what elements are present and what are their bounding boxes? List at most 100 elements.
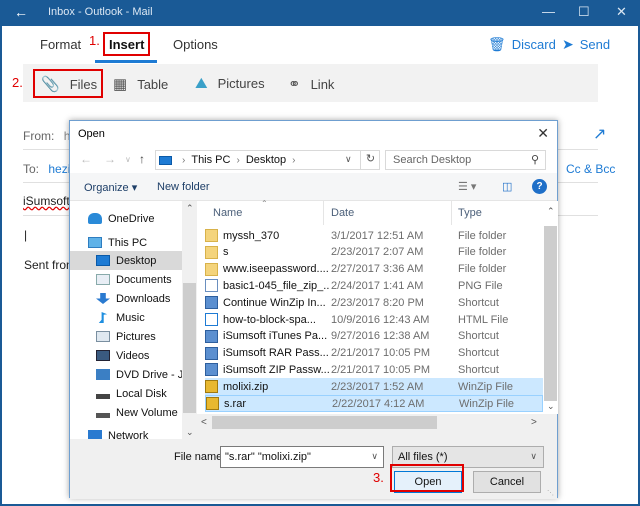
scroll-down-icon[interactable]: ⌄ xyxy=(186,427,194,438)
view-options-icon[interactable]: ☰ ▾ xyxy=(458,180,476,193)
back-arrow-icon[interactable]: ← xyxy=(14,4,28,20)
new-folder-button[interactable]: New folder xyxy=(157,181,210,193)
table-button[interactable]: ▦ Table xyxy=(113,75,168,93)
file-row[interactable]: how-to-block-spa... 10/9/2016 12:43 AM HTM… xyxy=(205,311,543,328)
scroll-up-icon[interactable]: ⌃ xyxy=(547,206,555,217)
nav-item-dvd-drive-j-ce[interactable]: DVD Drive - J_CE xyxy=(70,365,182,384)
dialog-title-bar: Open ✕ xyxy=(70,121,557,147)
nav-item-this-pc[interactable]: This PC xyxy=(70,233,182,252)
file-row[interactable]: s 2/23/2017 2:07 AM File folder xyxy=(205,244,543,261)
tab-options[interactable]: Options xyxy=(173,37,218,52)
send-button[interactable]: ➤ Send xyxy=(562,36,610,53)
horizontal-scroll-thumb[interactable] xyxy=(212,416,437,429)
tab-format[interactable]: Format xyxy=(40,37,81,52)
preview-pane-icon[interactable]: ◫ xyxy=(502,180,512,193)
file-row[interactable]: iSumsoft iTunes Pa... 9/27/2016 12:38 AM S… xyxy=(205,328,543,345)
table-icon: ▦ xyxy=(113,76,128,93)
dialog-footer: File name: "s.rar" "molixi.zip" ∨ All fi… xyxy=(70,439,557,499)
nav-item-desktop[interactable]: Desktop xyxy=(70,251,182,270)
file-name-input[interactable]: "s.rar" "molixi.zip" ∨ xyxy=(220,446,384,468)
file-row[interactable]: molixi.zip 2/23/2017 1:52 AM WinZip File xyxy=(205,378,543,396)
search-input[interactable]: Search Desktop ⚲ xyxy=(385,150,546,170)
file-list-scrollbar[interactable]: ⌃ ⌄ xyxy=(543,201,558,414)
nav-forward-icon[interactable]: → xyxy=(104,152,116,166)
file-name: molixi.zip xyxy=(223,380,269,393)
file-name: myssh_370 xyxy=(223,229,280,242)
column-header-name[interactable]: Name xyxy=(213,207,242,219)
cancel-button[interactable]: Cancel xyxy=(473,471,541,493)
nav-item-label: Downloads xyxy=(116,292,171,305)
file-date: 2/21/2017 10:05 PM xyxy=(331,363,431,376)
file-row[interactable]: s.rar 2/22/2017 4:12 AM WinZip File xyxy=(205,395,543,412)
file-list-horizontal-scrollbar[interactable]: < > xyxy=(197,414,543,431)
app-title-bar: ← Inbox - Outlook - Mail — ☐ ✕ xyxy=(0,0,640,26)
recent-locations-icon[interactable]: ∨ xyxy=(125,155,131,164)
column-divider[interactable] xyxy=(323,201,324,225)
pictures-button[interactable]: ⛰ Pictures xyxy=(195,75,265,92)
maximize-icon[interactable]: ☐ xyxy=(578,4,590,20)
discard-button[interactable]: 🗑 Discard xyxy=(488,36,556,53)
nav-item-pictures[interactable]: Pictures xyxy=(70,327,182,346)
file-name: how-to-block-spa... xyxy=(223,313,316,326)
shortcut-icon xyxy=(205,329,218,343)
breadcrumb-this-pc[interactable]: This PC xyxy=(191,154,230,166)
scroll-up-icon[interactable]: ⌃ xyxy=(186,203,194,214)
pop-out-icon[interactable]: ↗ xyxy=(593,124,606,144)
file-row[interactable]: basic1-045_file_zip_... 2/24/2017 1:41 AM… xyxy=(205,277,543,294)
file-list: Name ⌃ Date Type myssh_370 3/1/2017 12:51… xyxy=(197,199,543,427)
minimize-icon[interactable]: — xyxy=(542,4,555,19)
file-row[interactable]: iSumsoft ZIP Passw... 2/21/2017 10:05 PM S… xyxy=(205,361,543,378)
address-dropdown-icon[interactable]: ∨ xyxy=(345,154,352,165)
local-disk-icon xyxy=(96,394,110,399)
to-recipient[interactable]: hezi xyxy=(48,162,70,176)
file-row[interactable]: www.iseepassword.... 2/27/2017 3:36 AM Fil… xyxy=(205,261,543,278)
scroll-left-icon[interactable]: < xyxy=(201,417,207,428)
column-header-type[interactable]: Type xyxy=(458,207,482,219)
file-row[interactable]: Continue WinZip In... 2/23/2017 8:20 PM Sh… xyxy=(205,294,543,311)
nav-item-music[interactable]: Music xyxy=(70,308,182,327)
link-button[interactable]: ⚭ Link xyxy=(288,75,334,93)
from-label: From: xyxy=(23,129,55,143)
refresh-icon[interactable]: ↻ xyxy=(360,150,380,170)
scroll-right-icon[interactable]: > xyxy=(531,417,537,428)
nav-pane-scrollbar[interactable]: ⌃ ⌄ xyxy=(182,201,197,439)
cc-bcc-link[interactable]: Cc & Bcc xyxy=(566,162,615,176)
scroll-down-icon[interactable]: ⌄ xyxy=(547,401,555,412)
file-date: 2/23/2017 1:52 AM xyxy=(331,380,424,393)
file-type: File folder xyxy=(458,229,507,242)
trash-icon: 🗑 xyxy=(488,36,506,52)
file-date: 2/24/2017 1:41 AM xyxy=(331,279,424,292)
column-divider[interactable] xyxy=(451,201,452,225)
nav-scroll-thumb[interactable] xyxy=(183,283,196,413)
file-type: WinZip File xyxy=(458,380,514,393)
resize-grip-icon[interactable]: ⋱ xyxy=(547,489,554,497)
downloads-icon xyxy=(96,293,110,304)
organize-button[interactable]: Organize ▾ xyxy=(84,181,137,194)
folder-icon xyxy=(205,262,218,276)
nav-item-videos[interactable]: Videos xyxy=(70,346,182,365)
file-type-value: All files (*) xyxy=(398,451,448,463)
shortcut-icon xyxy=(205,346,218,360)
nav-back-icon[interactable]: ← xyxy=(80,152,92,166)
send-label: Send xyxy=(579,37,611,52)
nav-up-icon[interactable]: ↑ xyxy=(139,152,145,166)
file-row[interactable]: myssh_370 3/1/2017 12:51 AM File folder xyxy=(205,227,543,244)
nav-item-documents[interactable]: Documents xyxy=(70,270,182,289)
nav-item-local-disk[interactable]: Local Disk xyxy=(70,384,182,403)
close-icon[interactable]: ✕ xyxy=(616,4,627,20)
file-name: iSumsoft RAR Pass... xyxy=(223,347,329,360)
dialog-close-icon[interactable]: ✕ xyxy=(537,125,549,142)
file-name-dropdown-icon[interactable]: ∨ xyxy=(371,451,378,462)
step-1-highlight xyxy=(103,32,150,56)
music-icon xyxy=(98,312,108,323)
nav-item-onedrive[interactable]: OneDrive xyxy=(70,209,182,228)
help-icon[interactable]: ? xyxy=(532,179,547,194)
breadcrumb-desktop[interactable]: Desktop xyxy=(246,154,286,166)
nav-item-downloads[interactable]: Downloads xyxy=(70,289,182,308)
nav-item-new-volume[interactable]: New Volume xyxy=(70,403,182,422)
file-scroll-thumb[interactable] xyxy=(544,226,557,401)
column-header-date[interactable]: Date xyxy=(331,207,354,219)
breadcrumb-separator: › xyxy=(182,154,186,166)
window-title: Inbox - Outlook - Mail xyxy=(48,6,153,18)
file-row[interactable]: iSumsoft RAR Pass... 2/21/2017 10:05 PM Sh… xyxy=(205,345,543,362)
